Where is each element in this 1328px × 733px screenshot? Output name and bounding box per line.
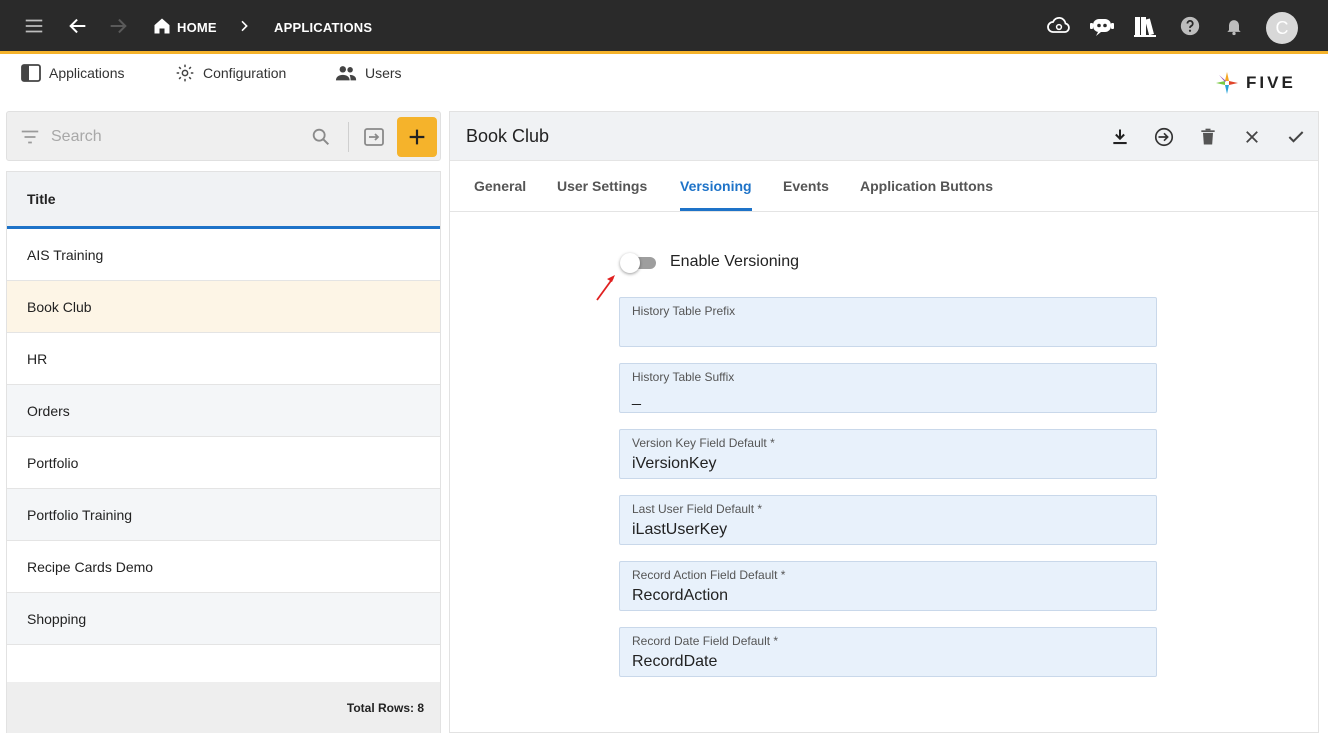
filter-icon[interactable] [19, 126, 41, 148]
download-icon [1113, 129, 1127, 145]
nav-users-label: Users [365, 65, 402, 81]
record-action-field-default[interactable]: Record Action Field Default * RecordActi… [619, 561, 1157, 611]
toggle-knob [620, 253, 640, 273]
breadcrumb-chevron-icon [230, 12, 258, 40]
tab-general[interactable]: General [474, 178, 526, 194]
applications-list-panel: Title AIS Training Book Club HR Orders P… [6, 111, 441, 733]
nav-configuration[interactable]: Configuration [175, 62, 286, 84]
column-header-title[interactable]: Title [7, 172, 440, 229]
field-value: RecordDate [632, 653, 718, 670]
five-logo: FIVE [1214, 70, 1304, 96]
table-row[interactable]: Portfolio Training [7, 489, 440, 541]
five-logo-text: FIVE [1246, 73, 1296, 92]
table-row[interactable]: Shopping [7, 593, 440, 645]
history-table-prefix-field[interactable]: History Table Prefix [619, 297, 1157, 347]
field-value: iLastUserKey [632, 521, 728, 538]
row-title: Portfolio Training [27, 506, 133, 523]
field-label: History Table Prefix [632, 304, 736, 318]
field-value: RecordAction [632, 587, 729, 604]
forward-arrow-icon[interactable] [104, 12, 132, 40]
five-logo-icon [1216, 72, 1238, 94]
deploy-arrow-icon [1154, 127, 1174, 147]
plus-icon [409, 129, 425, 145]
last-user-field-default[interactable]: Last User Field Default * iLastUserKey [619, 495, 1157, 545]
menu-icon[interactable] [20, 12, 48, 40]
configuration-icon [176, 64, 194, 82]
users-icon [335, 66, 357, 81]
delete-button[interactable] [1195, 124, 1221, 150]
search-input[interactable] [51, 124, 301, 150]
field-label: Record Date Field Default * [632, 634, 779, 648]
help-icon[interactable] [1176, 12, 1204, 40]
table-row-selected[interactable]: Book Club [7, 281, 440, 333]
detail-tabs: General User Settings Versioning Events … [450, 162, 1318, 212]
active-tab-indicator [680, 208, 752, 211]
check-icon [1288, 131, 1304, 143]
row-title: AIS Training [27, 246, 104, 263]
row-title: Orders [27, 402, 70, 419]
nav-applications-label: Applications [49, 65, 125, 81]
field-value: iVersionKey [632, 455, 717, 472]
search-icon[interactable] [310, 126, 332, 148]
download-button[interactable] [1107, 124, 1133, 150]
applications-table: Title AIS Training Book Club HR Orders P… [6, 171, 441, 733]
enable-versioning-toggle[interactable] [620, 253, 656, 273]
notifications-bell-icon[interactable] [1220, 12, 1248, 40]
applications-icon [21, 64, 41, 82]
breadcrumb-applications[interactable]: APPLICATIONS [274, 20, 372, 35]
detail-title: Book Club [466, 126, 550, 146]
field-label: Record Action Field Default * [632, 568, 786, 582]
application-detail-panel: Book Club General User Settings Versioni… [449, 111, 1319, 733]
row-title: Portfolio [27, 454, 79, 471]
library-icon[interactable] [1132, 12, 1160, 40]
tab-events[interactable]: Events [783, 178, 829, 194]
table-row[interactable]: Orders [7, 385, 440, 437]
search-bar [6, 111, 441, 161]
user-avatar[interactable]: C [1266, 12, 1298, 44]
back-arrow-icon[interactable] [64, 12, 92, 40]
detail-header: Book Club [450, 112, 1318, 161]
field-label: Last User Field Default * [632, 502, 763, 516]
cancel-button[interactable] [1239, 124, 1265, 150]
close-icon [1246, 131, 1258, 143]
table-row[interactable]: Portfolio [7, 437, 440, 489]
search-divider [348, 122, 349, 152]
save-button[interactable] [1283, 124, 1309, 150]
row-title: Shopping [27, 610, 87, 627]
history-table-suffix-field[interactable]: History Table Suffix _ [619, 363, 1157, 413]
annotation-arrow-icon [596, 275, 615, 301]
version-key-field-default[interactable]: Version Key Field Default * iVersionKey [619, 429, 1157, 479]
chatbot-icon[interactable] [1088, 12, 1116, 40]
field-value: _ [632, 389, 641, 406]
add-application-button[interactable] [397, 117, 437, 157]
deploy-button[interactable] [1151, 124, 1177, 150]
import-icon[interactable] [362, 125, 386, 149]
breadcrumb-home[interactable]: HOME [177, 20, 217, 35]
row-title: Book Club [27, 298, 92, 315]
row-title: HR [27, 350, 48, 367]
field-label: History Table Suffix [632, 370, 735, 384]
nav-users[interactable]: Users [335, 62, 402, 84]
record-date-field-default[interactable]: Record Date Field Default * RecordDate [619, 627, 1157, 677]
table-row[interactable]: AIS Training [7, 229, 440, 281]
tab-user-settings[interactable]: User Settings [557, 178, 647, 194]
home-icon[interactable] [148, 12, 176, 40]
tab-application-buttons[interactable]: Application Buttons [860, 178, 993, 194]
table-row[interactable]: Recipe Cards Demo [7, 541, 440, 593]
table-row[interactable]: HR [7, 333, 440, 385]
top-app-bar: HOME APPLICATIONS C [0, 0, 1328, 54]
trash-icon [1201, 128, 1215, 145]
enable-versioning-label: Enable Versioning [670, 253, 799, 270]
row-title: Recipe Cards Demo [27, 558, 154, 575]
nav-configuration-label: Configuration [203, 65, 287, 81]
tab-versioning[interactable]: Versioning [680, 178, 752, 194]
field-label: Version Key Field Default * [632, 436, 775, 450]
total-rows-count: Total Rows: 8 [7, 682, 440, 733]
cloud-settings-icon[interactable] [1045, 12, 1073, 40]
nav-applications[interactable]: Applications [21, 62, 125, 84]
